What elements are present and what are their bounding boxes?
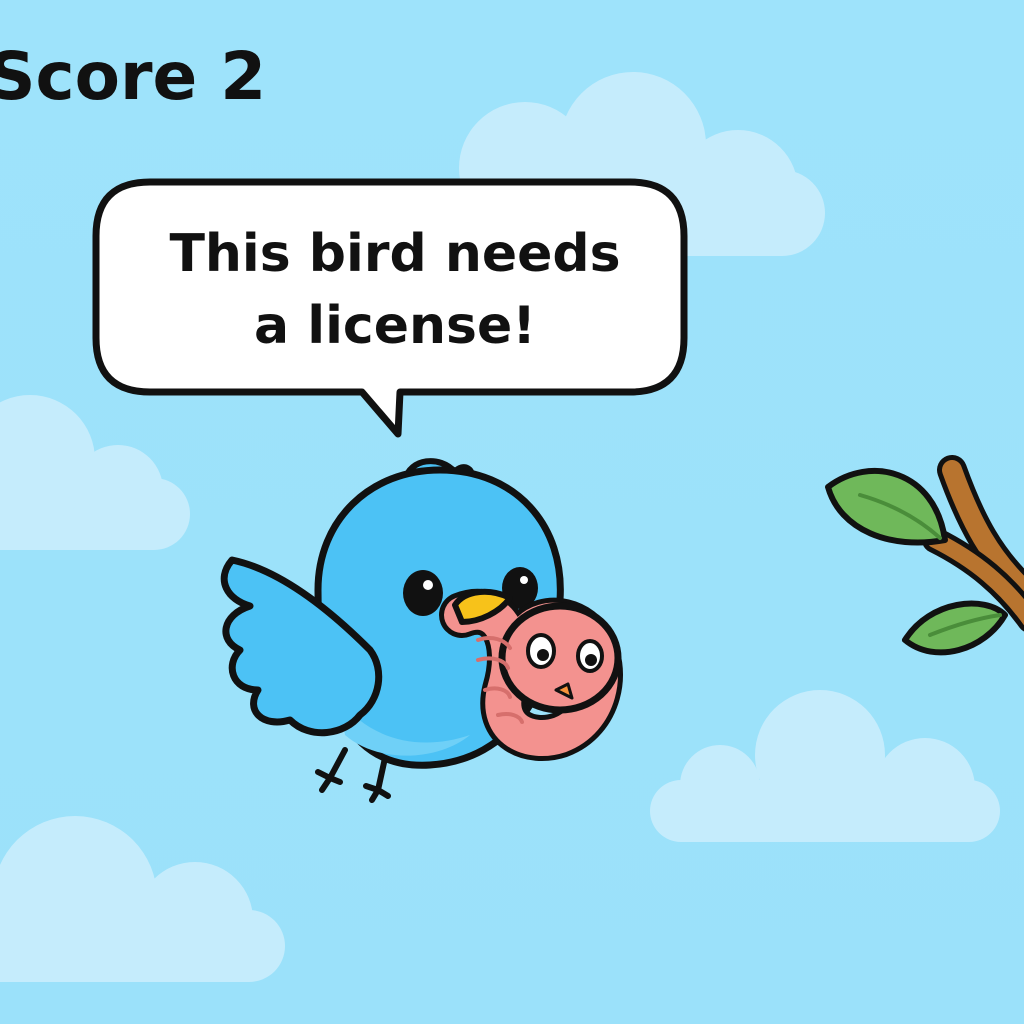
- score-value: 2: [220, 38, 267, 115]
- score-label: Score: [0, 38, 198, 115]
- bird-icon[interactable]: [0, 0, 1024, 1024]
- game-scene[interactable]: This bird needs a license! Score 2: [0, 0, 1024, 1024]
- score-display: Score 2: [0, 44, 266, 110]
